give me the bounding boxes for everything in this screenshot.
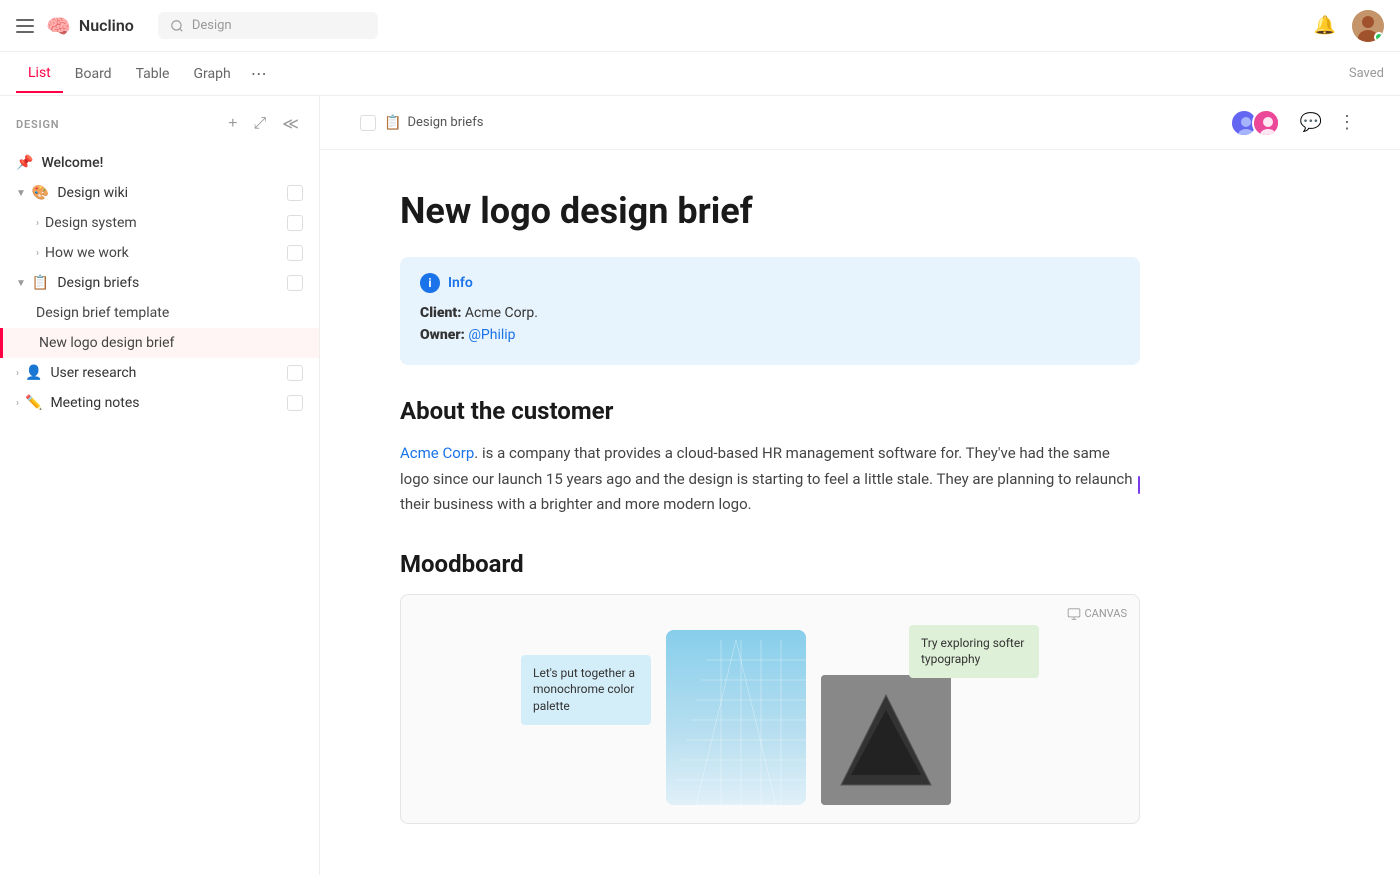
meeting-notes-icon: ✏️	[25, 395, 42, 411]
about-customer-body: . is a company that provides a cloud-bas…	[400, 444, 1132, 513]
doc-toolbar: 📋 Design briefs	[320, 96, 1400, 150]
section-heading-customer: About the customer	[400, 397, 1140, 425]
sidebar-item-new-logo-design-brief[interactable]: New logo design brief	[0, 328, 319, 358]
breadcrumb-label: Design briefs	[407, 115, 483, 130]
sidebar-item-user-research[interactable]: › 👤 User research	[0, 358, 319, 388]
info-box: i Info Client: Acme Corp. Owner: @Philip	[400, 257, 1140, 365]
sidebar-section-title: DESIGN	[16, 118, 224, 131]
tab-list[interactable]: List	[16, 55, 63, 93]
comment-button[interactable]: 💬	[1296, 108, 1326, 137]
canvas-content: Let's put together a monochrome color pa…	[401, 595, 1139, 823]
chevron-right-icon: ›	[36, 248, 39, 259]
sidebar-add-button[interactable]: +	[224, 113, 241, 135]
chevron-right-icon: ›	[16, 398, 19, 409]
sidebar-item-how-we-work[interactable]: › How we work	[0, 238, 319, 268]
cursor-purple	[1138, 476, 1140, 494]
logo-icon: 🧠	[46, 14, 71, 38]
info-box-title: Info	[448, 275, 473, 291]
sticky-note-2: Try exploring softer typography	[909, 625, 1039, 679]
sidebar-item-label: How we work	[45, 245, 283, 261]
sidebar-item-label: User research	[50, 365, 283, 381]
main-layout: DESIGN + ⤢ ≪ 📌 Welcome! ▼ 🎨 Design wiki …	[0, 96, 1400, 875]
doc-actions: 💬 ⋮	[1230, 108, 1360, 137]
tab-table[interactable]: Table	[124, 56, 182, 92]
user-avatar[interactable]	[1352, 10, 1384, 42]
breadcrumb-icon: 📋	[384, 115, 401, 131]
sidebar-item-label: Design system	[45, 215, 283, 231]
sidebar-header: DESIGN + ⤢ ≪	[0, 104, 319, 144]
info-box-header: i Info	[420, 273, 1120, 293]
chevron-down-icon: ▼	[16, 278, 26, 289]
about-customer-text: Acme Corp. is a company that provides a …	[400, 441, 1140, 518]
sidebar-item-meeting-notes[interactable]: › ✏️ Meeting notes	[0, 388, 319, 418]
tab-more-button[interactable]: ⋯	[251, 64, 267, 83]
sidebar-item-checkbox[interactable]	[287, 395, 303, 411]
canvas-image-dark	[821, 675, 951, 805]
tab-graph[interactable]: Graph	[181, 56, 242, 92]
sidebar-item-welcome[interactable]: 📌 Welcome!	[0, 148, 319, 178]
canvas-image-building	[666, 630, 806, 805]
saved-status: Saved	[1349, 66, 1384, 81]
sidebar-item-label: Design brief template	[36, 305, 303, 321]
breadcrumb: 📋 Design briefs	[360, 115, 1230, 131]
nav-right: 🔔	[1314, 10, 1384, 42]
hamburger-menu[interactable]	[16, 19, 34, 33]
sidebar-item-label: Welcome!	[41, 155, 303, 171]
collaborator-avatar-2	[1252, 109, 1280, 137]
user-research-icon: 👤	[25, 365, 42, 381]
sidebar: DESIGN + ⤢ ≪ 📌 Welcome! ▼ 🎨 Design wiki …	[0, 96, 320, 875]
search-icon	[170, 19, 184, 33]
sidebar-item-design-wiki[interactable]: ▼ 🎨 Design wiki	[0, 178, 319, 208]
top-nav: 🧠 Nuclino Design 🔔	[0, 0, 1400, 52]
search-placeholder: Design	[192, 18, 232, 33]
section-heading-moodboard: Moodboard	[400, 550, 1140, 578]
canvas-container: CANVAS Let's put together a monochrome c…	[400, 594, 1140, 824]
acme-corp-link[interactable]: Acme Corp	[400, 444, 474, 462]
tab-bar: List Board Table Graph ⋯ Saved	[0, 52, 1400, 96]
info-icon: i	[420, 273, 440, 293]
owner-link[interactable]: @Philip	[468, 327, 515, 343]
sidebar-item-design-brief-template[interactable]: Design brief template	[0, 298, 319, 328]
sidebar-item-label: Design wiki	[57, 185, 283, 201]
tab-board[interactable]: Board	[63, 56, 124, 92]
sidebar-item-checkbox[interactable]	[287, 365, 303, 381]
client-label: Client:	[420, 305, 461, 321]
design-wiki-icon: 🎨	[32, 185, 49, 201]
chevron-right-icon: ›	[36, 218, 39, 229]
document-title: New logo design brief	[400, 190, 1140, 233]
more-options-button[interactable]: ⋮	[1334, 108, 1360, 137]
app-name: Nuclino	[79, 16, 134, 35]
search-bar[interactable]: Design	[158, 12, 378, 39]
design-briefs-icon: 📋	[32, 275, 49, 291]
pin-icon: 📌	[16, 155, 33, 171]
chevron-right-icon: ›	[16, 368, 19, 379]
breadcrumb-checkbox[interactable]	[360, 115, 376, 131]
breadcrumb-item[interactable]: 📋 Design briefs	[384, 115, 483, 131]
sidebar-item-checkbox[interactable]	[287, 215, 303, 231]
content-area: 📋 Design briefs	[320, 96, 1400, 875]
doc-content: New logo design brief i Info Client: Acm…	[320, 150, 1180, 864]
sidebar-item-label: Meeting notes	[50, 395, 283, 411]
sidebar-item-checkbox[interactable]	[287, 185, 303, 201]
info-client-row: Client: Acme Corp.	[420, 305, 1120, 321]
sidebar-item-design-system[interactable]: › Design system	[0, 208, 319, 238]
collaborator-avatars	[1230, 109, 1280, 137]
sidebar-actions: + ⤢ ≪	[224, 112, 303, 136]
chevron-down-icon: ▼	[16, 188, 26, 199]
sidebar-expand-button[interactable]: ⤢	[249, 113, 270, 135]
sidebar-item-checkbox[interactable]	[287, 245, 303, 261]
sidebar-item-design-briefs[interactable]: ▼ 📋 Design briefs	[0, 268, 319, 298]
sidebar-item-label: Design briefs	[57, 275, 283, 291]
info-owner-row: Owner: @Philip	[420, 327, 1120, 343]
notification-bell[interactable]: 🔔	[1314, 15, 1336, 36]
sidebar-collapse-button[interactable]: ≪	[278, 112, 303, 136]
sidebar-item-label: New logo design brief	[39, 335, 303, 351]
owner-label: Owner:	[420, 327, 465, 343]
sidebar-item-checkbox[interactable]	[287, 275, 303, 291]
sticky-note-1: Let's put together a monochrome color pa…	[521, 655, 651, 725]
avatar-status-indicator	[1374, 32, 1384, 42]
app-logo[interactable]: 🧠 Nuclino	[46, 14, 134, 38]
